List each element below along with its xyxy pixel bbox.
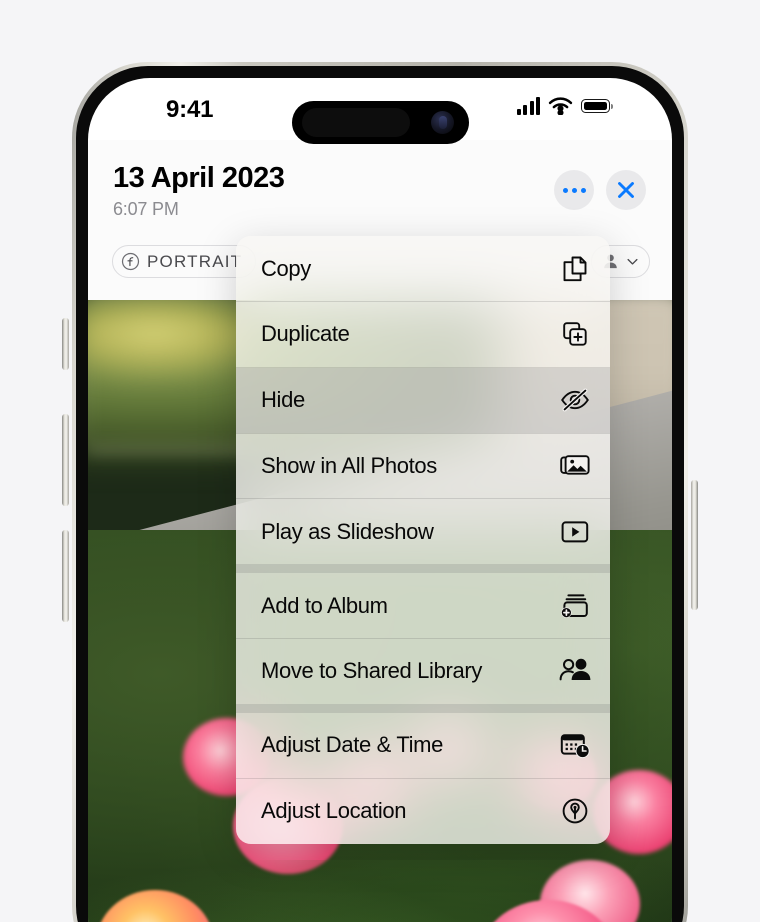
dynamic-island xyxy=(292,101,469,144)
aperture-f-icon xyxy=(121,252,140,271)
phone-screen: 13 April 2023 6:07 PM PORTRAIT 9:41 Copy… xyxy=(88,78,672,922)
portrait-badge-label: PORTRAIT xyxy=(147,251,243,271)
menu-item-play-as-slideshow[interactable]: Play as Slideshow xyxy=(236,499,610,564)
menu-item-add-to-album[interactable]: Add to Album xyxy=(236,573,610,638)
menu-item-label: Add to Album xyxy=(261,592,388,618)
cellular-signal-icon xyxy=(516,97,540,115)
volume-down-button[interactable] xyxy=(62,530,69,622)
chevron-down-icon xyxy=(625,254,640,269)
menu-item-hide[interactable]: Hide xyxy=(236,367,610,433)
photo-time: 6:07 PM xyxy=(113,199,179,219)
menu-item-show-in-all-photos[interactable]: Show in All Photos xyxy=(236,433,610,498)
calendar-clock-icon xyxy=(558,728,592,762)
menu-item-adjust-date-time[interactable]: Adjust Date & Time xyxy=(236,713,610,778)
island-inner xyxy=(302,108,410,137)
copy-icon xyxy=(558,252,592,286)
ellipsis-icon xyxy=(562,187,586,193)
volume-up-button[interactable] xyxy=(62,414,69,506)
action-button[interactable] xyxy=(62,318,69,370)
menu-item-label: Adjust Location xyxy=(261,798,407,824)
menu-group-separator xyxy=(236,564,610,574)
menu-item-move-to-shared-library[interactable]: Move to Shared Library xyxy=(236,639,610,704)
album-plus-icon xyxy=(558,589,592,623)
menu-item-label: Play as Slideshow xyxy=(261,518,434,544)
more-options-button[interactable] xyxy=(554,170,594,210)
battery-icon xyxy=(581,99,613,113)
context-menu[interactable]: Copy Duplicate Hide Show in All Photos P… xyxy=(236,236,610,844)
menu-item-adjust-location[interactable]: Adjust Location xyxy=(236,779,610,844)
menu-item-label: Adjust Date & Time xyxy=(261,732,443,758)
front-camera-icon xyxy=(431,111,454,134)
close-x-icon xyxy=(615,179,637,201)
eye-slash-icon xyxy=(558,383,592,417)
photo-date: 13 April 2023 xyxy=(113,162,285,194)
status-bar-time: 9:41 xyxy=(166,96,214,123)
duplicate-icon xyxy=(558,317,592,351)
menu-item-label: Copy xyxy=(261,255,311,281)
menu-group-separator xyxy=(236,703,610,713)
close-button[interactable] xyxy=(606,170,646,210)
menu-item-copy[interactable]: Copy xyxy=(236,236,610,301)
location-pin-icon xyxy=(558,794,592,828)
menu-item-label: Hide xyxy=(261,387,305,413)
photo-stack-icon xyxy=(558,449,592,483)
power-button[interactable] xyxy=(691,480,698,610)
menu-item-duplicate[interactable]: Duplicate xyxy=(236,302,610,367)
menu-item-label: Move to Shared Library xyxy=(261,658,482,684)
two-people-icon xyxy=(558,654,592,688)
play-rectangle-icon xyxy=(558,515,592,549)
status-bar-indicators xyxy=(516,97,613,115)
portrait-badge[interactable]: PORTRAIT xyxy=(112,245,257,278)
menu-item-label: Show in All Photos xyxy=(261,452,437,478)
menu-item-label: Duplicate xyxy=(261,321,350,347)
status-bar: 9:41 xyxy=(88,78,672,144)
wifi-icon xyxy=(548,97,573,115)
